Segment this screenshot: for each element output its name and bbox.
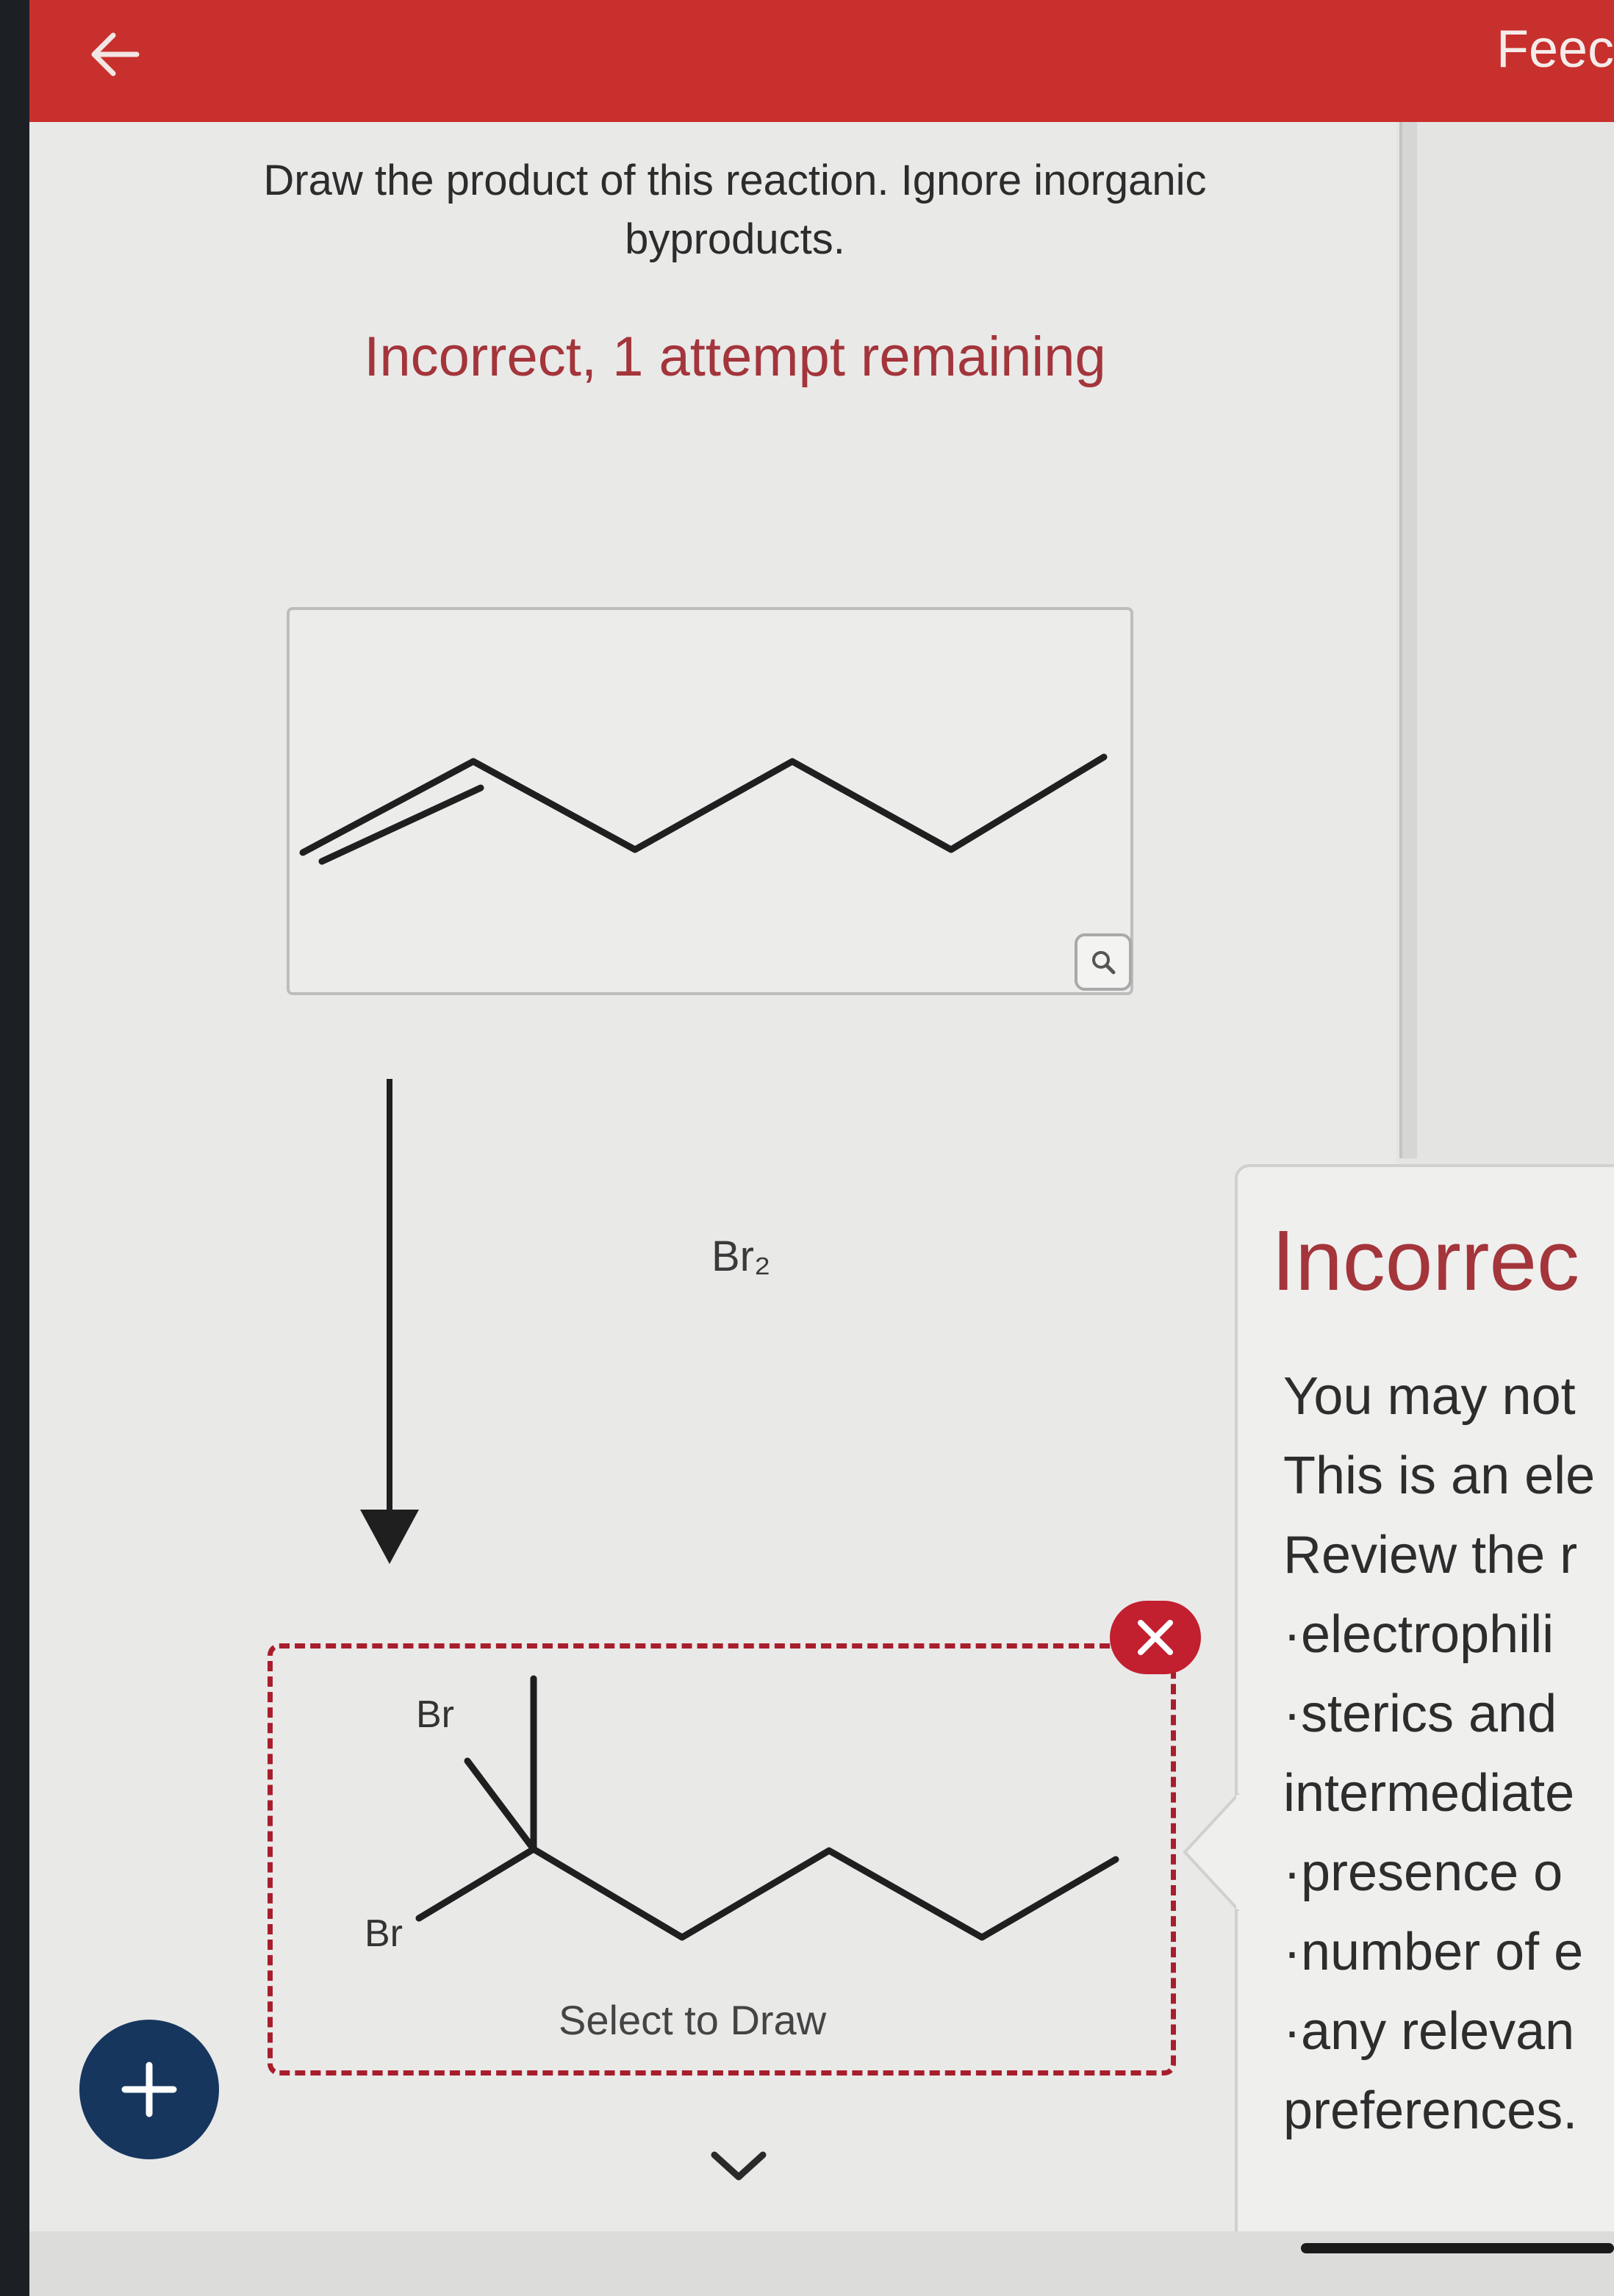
feedback-line: ·presence o bbox=[1283, 1843, 1563, 1902]
home-indicator bbox=[1301, 2243, 1614, 2253]
reactant-structure-box bbox=[287, 607, 1133, 995]
feedback-tab[interactable]: Feec bbox=[1496, 19, 1614, 79]
zoom-button[interactable] bbox=[1075, 933, 1132, 991]
feedback-line: Review the r bbox=[1283, 1526, 1578, 1585]
arrow-left-icon bbox=[91, 32, 140, 76]
reactant-molecule bbox=[299, 753, 1108, 865]
feedback-line: ·number of e bbox=[1283, 1923, 1584, 1981]
feedback-line: ·sterics and bbox=[1283, 1685, 1557, 1743]
c-br-bond-bottom bbox=[415, 1845, 537, 1922]
reaction-arrow bbox=[360, 1079, 419, 1564]
feedback-line: You may not bbox=[1283, 1367, 1576, 1426]
add-button[interactable] bbox=[79, 2020, 219, 2159]
attempt-status: Incorrect, 1 attempt remaining bbox=[364, 326, 1106, 388]
c-br-bond-top bbox=[464, 1757, 537, 1853]
feedback-line: preferences. bbox=[1283, 2081, 1578, 2140]
chevron-down-icon[interactable] bbox=[706, 2145, 772, 2189]
feedback-line: ·any relevan bbox=[1283, 2002, 1575, 2061]
panel-divider bbox=[1399, 122, 1417, 1158]
magnifier-icon bbox=[1092, 951, 1116, 975]
back-button[interactable] bbox=[78, 18, 151, 91]
top-bar: Feec bbox=[29, 0, 1614, 122]
atom-label-br-top: Br bbox=[416, 1693, 454, 1736]
bottom-strip bbox=[29, 2231, 1614, 2296]
select-to-draw-label[interactable]: Select to Draw bbox=[559, 1996, 826, 2044]
feedback-pointer bbox=[1183, 1793, 1239, 1911]
feedback-line: ·electrophili bbox=[1283, 1605, 1554, 1664]
carbon-chain bbox=[470, 753, 1108, 853]
feedback-title: Incorrec bbox=[1272, 1213, 1580, 1308]
question-prompt: Draw the product of this reaction. Ignor… bbox=[263, 157, 1207, 263]
answer-carbon-chain bbox=[530, 1845, 1119, 1941]
feedback-text: You may not This is an ele Review the r … bbox=[1283, 1357, 1595, 2150]
clear-answer-button[interactable] bbox=[1110, 1601, 1201, 1674]
close-icon bbox=[1138, 1620, 1173, 1655]
feedback-line: This is an ele bbox=[1283, 1446, 1596, 1505]
feedback-line: intermediate bbox=[1283, 1764, 1575, 1823]
atom-label-br-bottom: Br bbox=[365, 1912, 403, 1955]
plus-icon bbox=[121, 2062, 177, 2117]
screen: Feec Draw the product of this reaction. … bbox=[29, 0, 1614, 2296]
double-bond-outer bbox=[299, 758, 477, 856]
reagent-label: Br₂ bbox=[711, 1233, 771, 1280]
